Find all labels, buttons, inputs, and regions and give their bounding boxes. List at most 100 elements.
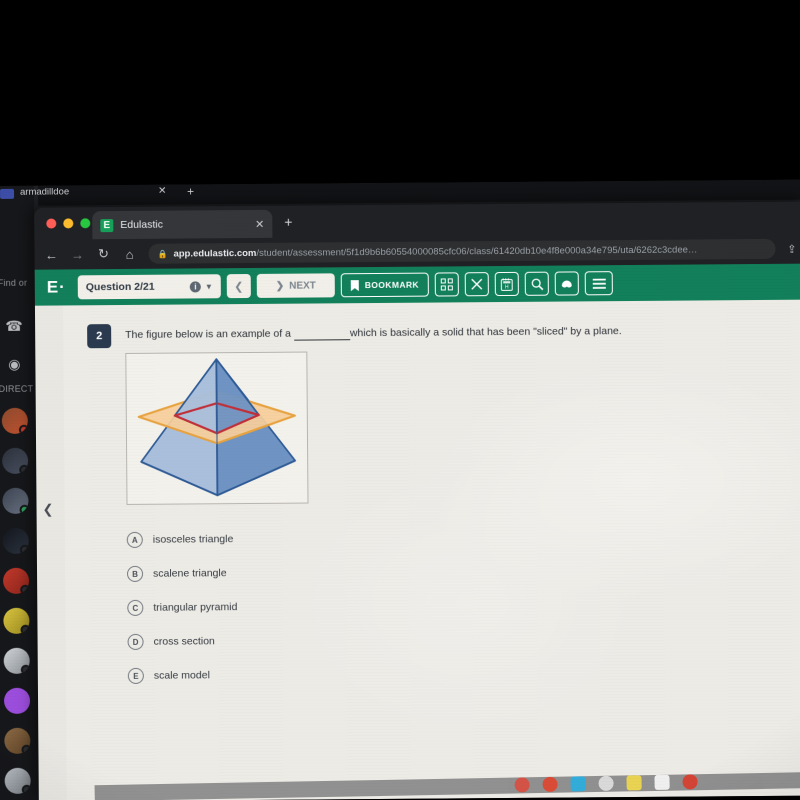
choice-label-b: scalene triangle	[153, 567, 227, 580]
url-text: app.edulastic.com/student/assessment/5f1…	[173, 244, 697, 259]
answer-choice[interactable]: A isosceles triangle	[126, 522, 237, 557]
dock-app-icon[interactable]	[598, 775, 614, 791]
choice-label-e: scale model	[153, 669, 210, 682]
plus-icon[interactable]: +	[284, 214, 292, 230]
arrow-left-icon[interactable]: ←	[44, 247, 58, 262]
answer-choice[interactable]: B scalene triangle	[126, 556, 237, 591]
bookmark-icon	[350, 279, 359, 291]
magnifier-glyph	[531, 278, 544, 290]
answer-choice[interactable]: D cross section	[127, 624, 237, 659]
answer-blank-2	[321, 327, 350, 341]
url-domain: app.edulastic.com	[173, 247, 257, 260]
calculator-icon[interactable]: H	[494, 271, 520, 297]
question-counter-label: Question 2/21	[85, 280, 155, 294]
collapse-panel-button[interactable]: ❮	[42, 502, 53, 518]
prompt-part-1: The figure below is an example of a	[125, 327, 291, 341]
list-item[interactable]	[2, 527, 29, 554]
dock-app-icon[interactable]	[542, 776, 558, 793]
list-item[interactable]	[2, 487, 29, 514]
dock-app-icon[interactable]	[682, 774, 698, 790]
chevron-down-icon[interactable]: ▼	[205, 282, 213, 291]
list-item[interactable]	[4, 727, 31, 754]
edulastic-logo[interactable]: E·	[43, 277, 72, 297]
list-item[interactable]	[3, 647, 30, 674]
close-x-icon[interactable]	[464, 272, 490, 297]
browser-window: E Edulastic ✕ + ← → ↻ ⌂ 🔒 app.edulastic.…	[34, 201, 800, 800]
list-item[interactable]	[3, 607, 30, 634]
dock-app-icon[interactable]	[514, 777, 530, 793]
chevron-left-icon: ❮	[42, 501, 54, 517]
photographed-monitor: Find or ☎ ◉ DIRECT armadilldoe ✕ + E Edu…	[0, 179, 800, 800]
prev-question-button[interactable]: ❮	[226, 273, 251, 299]
edulastic-favicon: E	[100, 218, 114, 232]
bookmark-button-label: BOOKMARK	[364, 279, 420, 291]
tab-title: Edulastic	[120, 218, 163, 232]
direct-messages-label: DIRECT	[0, 383, 34, 394]
hamburger-menu-icon[interactable]	[584, 271, 614, 296]
mask-glyph	[562, 280, 573, 288]
phone-icon[interactable]: ☎	[2, 314, 26, 338]
choice-bubble-a[interactable]: A	[126, 531, 143, 548]
list-item[interactable]	[3, 567, 30, 594]
question-selector[interactable]: Question 2/21 i ▼	[77, 274, 221, 300]
question-body: ❮ 2 The figure below is an example of a …	[34, 299, 800, 800]
list-item[interactable]	[2, 447, 29, 474]
chevron-left-icon: ❮	[234, 280, 244, 293]
home-icon[interactable]: ⌂	[122, 246, 136, 261]
question-card: 2 The figure below is an example of a wh…	[62, 299, 800, 800]
choice-bubble-c[interactable]: C	[127, 599, 144, 616]
list-item[interactable]	[4, 767, 31, 794]
question-number-badge: 2	[87, 324, 112, 349]
close-window-button[interactable]	[46, 218, 57, 229]
close-icon[interactable]: ✕	[158, 186, 166, 197]
minimize-window-button[interactable]	[63, 218, 74, 229]
browser-tab[interactable]: E Edulastic ✕	[92, 209, 273, 240]
plus-icon[interactable]: +	[187, 184, 194, 198]
next-question-button[interactable]: ❯ NEXT	[256, 273, 335, 298]
question-prompt: The figure below is an example of a whic…	[125, 322, 789, 343]
screenshot-root: Find or ☎ ◉ DIRECT armadilldoe ✕ + E Edu…	[0, 0, 800, 800]
window-controls[interactable]	[46, 218, 91, 229]
eye-icon[interactable]: ◉	[2, 352, 26, 376]
arrow-right-icon[interactable]: →	[70, 247, 84, 262]
list-item[interactable]	[1, 407, 28, 434]
chevron-right-icon: ❯	[275, 280, 285, 292]
choice-bubble-d[interactable]: D	[127, 633, 144, 650]
answer-choice-list: A isosceles triangle B scalene triangle …	[126, 522, 238, 693]
url-path: /student/assessment/5f1d9b6b60554000085c…	[256, 243, 698, 259]
bookmark-button[interactable]: BOOKMARK	[340, 272, 430, 298]
choice-bubble-b[interactable]: B	[126, 565, 144, 582]
square-pyramid-cross-section-diagram	[137, 358, 297, 497]
apps-grid-icon[interactable]	[434, 272, 460, 297]
prompt-part-2: which is basically a solid that has been…	[349, 325, 622, 340]
choice-label-c: triangular pyramid	[153, 601, 238, 614]
apps-grid-glyph	[440, 278, 454, 291]
dock-app-icon[interactable]	[570, 776, 586, 792]
choice-bubble-e[interactable]: E	[127, 667, 144, 684]
choice-label-a: isosceles triangle	[152, 533, 234, 546]
figure-frame	[125, 351, 309, 505]
answer-choice[interactable]: E scale model	[127, 658, 238, 693]
hamburger-glyph	[592, 278, 606, 289]
dock-app-icon[interactable]	[654, 774, 670, 790]
maximize-window-button[interactable]	[80, 218, 91, 229]
magnifier-icon[interactable]	[524, 271, 550, 296]
discord-server-rail[interactable]: Find or ☎ ◉ DIRECT	[0, 185, 39, 800]
dock-app-icon[interactable]	[626, 775, 642, 791]
reload-icon[interactable]: ↻	[96, 246, 110, 262]
answer-blank-1	[293, 327, 322, 341]
answer-choice[interactable]: C triangular pyramid	[127, 590, 237, 625]
svg-text:H: H	[505, 284, 509, 290]
edulastic-header: E· Question 2/21 i ▼ ❮ ❯ NEXT BOOKMARK H	[34, 263, 800, 306]
mask-icon[interactable]	[554, 271, 580, 296]
calculator-glyph: H	[501, 277, 513, 291]
address-bar[interactable]: 🔒 app.edulastic.com/student/assessment/5…	[148, 238, 776, 264]
share-icon[interactable]: ⇪	[787, 242, 796, 255]
choice-label-d: cross section	[153, 635, 215, 648]
info-icon[interactable]: i	[189, 280, 201, 292]
close-x-glyph	[471, 278, 483, 290]
close-icon[interactable]: ✕	[255, 217, 264, 230]
list-item[interactable]	[3, 687, 31, 714]
find-or-label: Find or	[0, 277, 28, 288]
lock-icon: 🔒	[157, 249, 168, 259]
